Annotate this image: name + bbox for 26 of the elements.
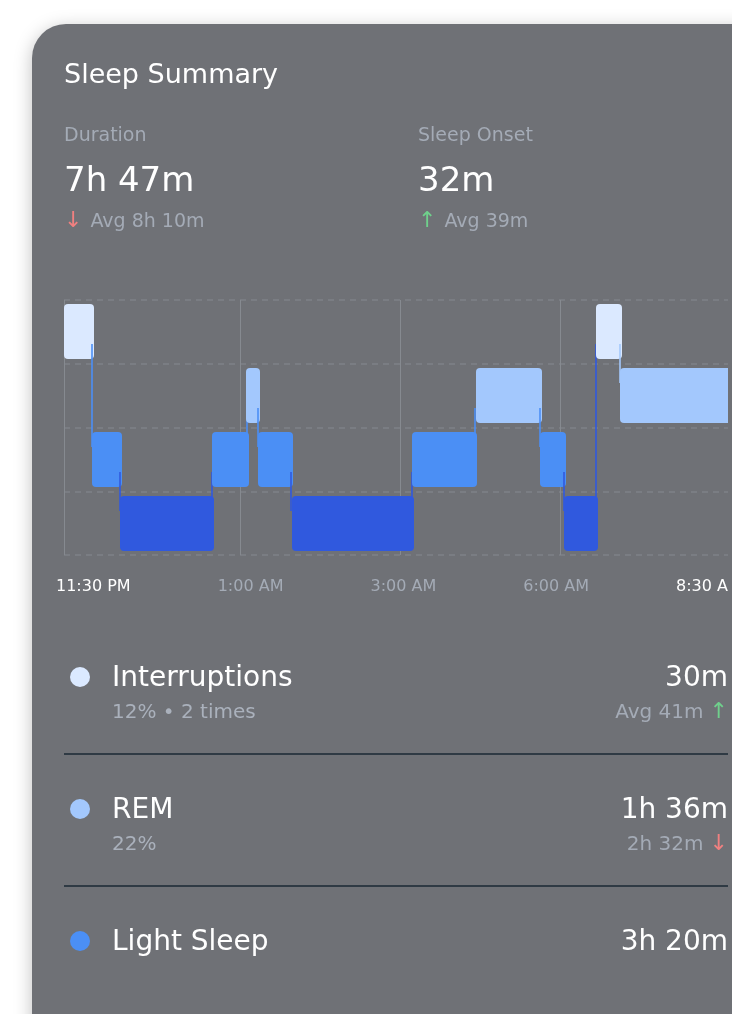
card-title: Sleep Summary: [64, 57, 280, 91]
stage-detail: 22%: [112, 830, 157, 857]
stage-duration: 1h 36m: [620, 791, 728, 827]
stat-label: Duration: [64, 122, 147, 147]
trend-arrow: ↑: [709, 697, 728, 725]
stage-duration: 30m: [665, 659, 728, 695]
stat-label: Sleep Onset: [418, 122, 533, 147]
trend-arrow: ↓: [64, 206, 83, 234]
stage-comparison: 2h 32m: [626, 830, 704, 857]
time-label: 1:00 AM: [217, 576, 284, 595]
trend-arrow: ↓: [709, 829, 728, 857]
stage-duration: 3h 20m: [620, 923, 728, 959]
stage-name: REM: [112, 791, 174, 827]
trend-arrow: ↑: [418, 206, 437, 234]
stat-value: 7h 47m: [64, 158, 195, 201]
stage-name: Interruptions: [112, 659, 293, 695]
stage-comparison: Avg 41m: [615, 698, 704, 725]
stage-name: Light Sleep: [112, 923, 269, 959]
stage-detail: 12% • 2 times: [112, 698, 256, 725]
stat-value: 32m: [418, 158, 495, 201]
time-label: 3:00 AM: [370, 576, 437, 595]
stat-average: Avg 39m: [444, 208, 529, 233]
time-label: 6:00 AM: [523, 576, 589, 595]
time-label: 11:30 PM: [56, 576, 131, 595]
stat-average: Avg 8h 10m: [90, 208, 205, 233]
time-label: 8:30 A: [676, 576, 728, 595]
